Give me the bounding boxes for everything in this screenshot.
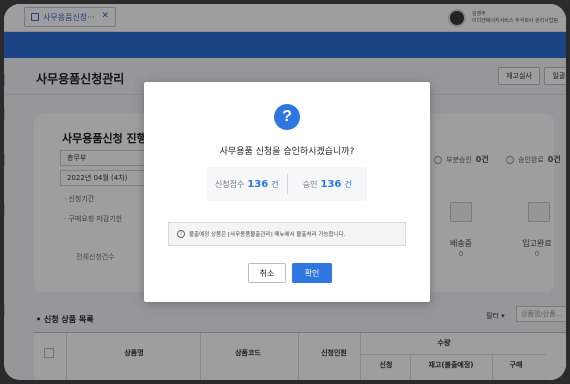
question-icon: ? [274, 104, 300, 130]
info-icon: i [177, 230, 185, 238]
received-label: 신청접수 [214, 179, 245, 189]
received-stat: 신청접수 136 건 [207, 179, 287, 190]
approval-stats: 신청접수 136 건 승인 136 건 [207, 167, 367, 201]
approved-stat: 승인 136 건 [288, 179, 368, 190]
cancel-button[interactable]: 취소 [248, 263, 286, 283]
received-unit: 건 [271, 179, 279, 189]
notice-box: i 불출예정 상품은 [사무용품불출관리] 메뉴에서 불출처리 가능합니다. [168, 222, 406, 246]
received-count: 136 [247, 178, 269, 190]
approved-label: 승인 [302, 179, 318, 189]
approved-unit: 건 [344, 179, 352, 189]
notice-text: 불출예정 상품은 [사무용품불출관리] 메뉴에서 불출처리 가능합니다. [189, 232, 346, 238]
approval-confirm-dialog: ? 사무용품 신청을 승인하시겠습니까? 신청접수 136 건 승인 136 건 i… [144, 82, 430, 302]
app-window: 사무용품신청··· ✕ 김영주 이더앤에너지서비스 주식회사 관리사업팀 사무용… [4, 4, 566, 380]
dialog-message: 사무용품 신청을 승인하시겠습니까? [219, 147, 355, 157]
confirm-button[interactable]: 확인 [292, 263, 332, 283]
approved-count: 136 [320, 178, 342, 190]
